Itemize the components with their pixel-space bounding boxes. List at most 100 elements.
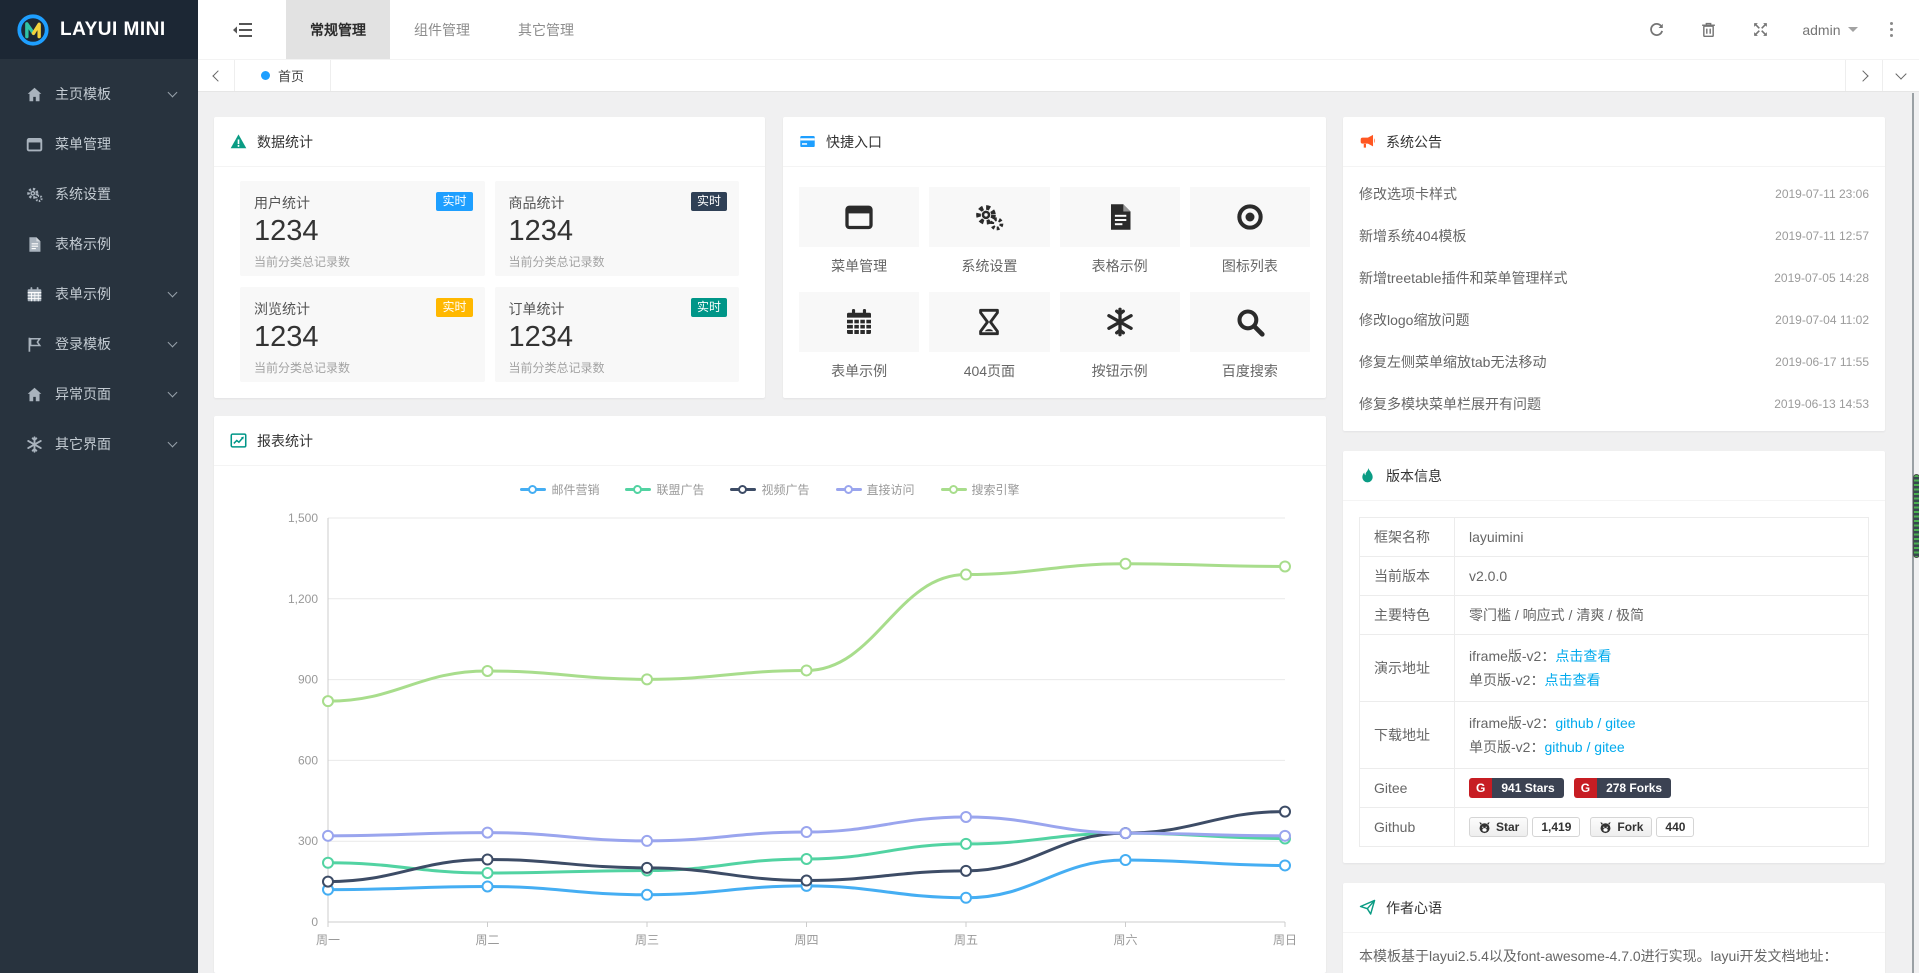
- legend-item-直接访问[interactable]: 直接访问: [836, 481, 915, 498]
- announcement-item[interactable]: 修改选项卡样式2019-07-11 23:06: [1359, 173, 1869, 215]
- quick-entry-form[interactable]: 表单示例: [799, 292, 919, 381]
- link-github[interactable]: github: [1555, 715, 1593, 731]
- sidebar-item-table-demo[interactable]: 表格示例: [0, 219, 198, 269]
- legend-circle: [949, 485, 958, 494]
- home-icon: [26, 86, 43, 103]
- github-star-button[interactable]: Star: [1469, 817, 1528, 837]
- quick-entry-icon-box: [929, 187, 1049, 247]
- data-stats-header: 数据统计: [214, 117, 765, 167]
- legend-marker-icon: [520, 485, 546, 495]
- fullscreen-icon: [1752, 21, 1769, 38]
- more-options-button[interactable]: [1874, 22, 1910, 38]
- version-card: 版本信息 框架名称layuimini当前版本v2.0.0主要特色零门槛 / 响应…: [1343, 451, 1885, 863]
- version-header: 版本信息: [1343, 451, 1885, 501]
- quick-entry-label: 图标列表: [1190, 256, 1310, 276]
- announcement-card: 系统公告 修改选项卡样式2019-07-11 23:06新增系统404模板201…: [1343, 117, 1885, 431]
- stat-box[interactable]: 商品统计实时1234当前分类总记录数: [495, 181, 740, 276]
- stat-box[interactable]: 用户统计实时1234当前分类总记录数: [240, 181, 485, 276]
- link-点击查看[interactable]: 点击查看: [1544, 672, 1600, 688]
- version-row-label: Github: [1360, 808, 1455, 847]
- file-icon: [1105, 202, 1135, 232]
- scrollbar-thumb[interactable]: [1913, 474, 1919, 558]
- sidebar-item-error-page[interactable]: 异常页面: [0, 369, 198, 419]
- svg-text:600: 600: [298, 753, 318, 767]
- calendar-icon: [26, 286, 43, 303]
- calendar-icon: [844, 307, 874, 337]
- octocat-icon: [1478, 821, 1491, 834]
- logo[interactable]: LAYUI MINI: [0, 0, 198, 59]
- announcement-item[interactable]: 修复多模块菜单栏展开有问题2019-06-13 14:53: [1359, 383, 1869, 425]
- trash-icon: [1700, 21, 1717, 38]
- stat-box[interactable]: 订单统计实时1234当前分类总记录数: [495, 287, 740, 382]
- sidebar-item-label: 异常页面: [55, 384, 111, 404]
- svg-text:周日: 周日: [1273, 933, 1297, 947]
- tab-operations-dropdown[interactable]: [1882, 60, 1919, 91]
- quick-entry-icon-list[interactable]: 图标列表: [1190, 187, 1310, 276]
- author-body: 本模板基于layui2.5.4以及font-awesome-4.7.0进行实现。…: [1343, 933, 1885, 973]
- tab-scroll-right-button[interactable]: [1845, 60, 1882, 91]
- legend-label: 视频广告: [761, 481, 809, 498]
- chevron-right-icon: [1857, 70, 1868, 81]
- legend-item-邮件营销[interactable]: 邮件营销: [520, 481, 599, 498]
- flag-icon: [26, 336, 43, 353]
- window-icon: [844, 202, 874, 232]
- sidebar-item-other-ui[interactable]: 其它界面: [0, 419, 198, 469]
- sidebar-item-form-demo[interactable]: 表单示例: [0, 269, 198, 319]
- sidebar-item-menu-manage[interactable]: 菜单管理: [0, 119, 198, 169]
- legend-item-视频广告[interactable]: 视频广告: [730, 481, 809, 498]
- sidebar-item-home-template[interactable]: 主页模板: [0, 69, 198, 119]
- gitee-badge[interactable]: G278 Forks: [1574, 778, 1671, 798]
- chevron-left-icon: [212, 70, 223, 81]
- header-tab-component[interactable]: 组件管理: [390, 0, 494, 59]
- quick-entry-page404[interactable]: 404页面: [929, 292, 1049, 381]
- legend-label: 搜索引擎: [972, 481, 1020, 498]
- legend-item-联盟广告[interactable]: 联盟广告: [625, 481, 704, 498]
- sidebar-item-login-template[interactable]: 登录模板: [0, 319, 198, 369]
- author-paragraph: 本模板基于layui2.5.4以及font-awesome-4.7.0进行实现。…: [1359, 943, 1869, 970]
- quick-entry-label: 按钮示例: [1060, 361, 1180, 381]
- quick-entry-setting[interactable]: 系统设置: [929, 187, 1049, 276]
- github-count[interactable]: 1,419: [1532, 817, 1580, 837]
- quick-entry-button[interactable]: 按钮示例: [1060, 292, 1180, 381]
- header-tab-other[interactable]: 其它管理: [494, 0, 598, 59]
- link-gitee[interactable]: gitee: [1605, 715, 1635, 731]
- announcement-date: 2019-06-13 14:53: [1774, 397, 1869, 411]
- announcement-item[interactable]: 修复左侧菜单缩放tab无法移动2019-06-17 11:55: [1359, 341, 1869, 383]
- link-点击查看[interactable]: 点击查看: [1555, 648, 1611, 664]
- quick-entry-baidu[interactable]: 百度搜索: [1190, 292, 1310, 381]
- quick-entry-table[interactable]: 表格示例: [1060, 187, 1180, 276]
- github-count[interactable]: 440: [1656, 817, 1694, 837]
- chevron-down-icon: [168, 337, 178, 347]
- fullscreen-button[interactable]: [1734, 21, 1786, 38]
- refresh-button[interactable]: [1630, 21, 1682, 38]
- stat-value: 1234: [254, 321, 471, 354]
- tab-scroll-left-button[interactable]: [198, 60, 235, 91]
- link-github[interactable]: github: [1544, 739, 1582, 755]
- sidebar-item-system-setting[interactable]: 系统设置: [0, 169, 198, 219]
- legend-item-搜索引擎[interactable]: 搜索引擎: [941, 481, 1020, 498]
- clear-cache-button[interactable]: [1682, 21, 1734, 38]
- sidebar-toggle-button[interactable]: [198, 0, 286, 59]
- realtime-badge: 实时: [691, 298, 727, 317]
- announcement-item[interactable]: 新增treetable插件和菜单管理样式2019-07-05 14:28: [1359, 257, 1869, 299]
- quick-entry-menu[interactable]: 菜单管理: [799, 187, 919, 276]
- tab-home[interactable]: 首页: [235, 60, 331, 91]
- announcement-item[interactable]: 修改logo缩放问题2019-07-04 11:02: [1359, 299, 1869, 341]
- version-row-value: 零门槛 / 响应式 / 清爽 / 极简: [1455, 596, 1869, 635]
- legend-circle: [633, 485, 642, 494]
- version-row-value: iframe版-v2：点击查看单页版-v2：点击查看: [1455, 635, 1869, 702]
- sidebar-menu: 主页模板菜单管理系统设置表格示例表单示例登录模板异常页面其它界面: [0, 59, 198, 469]
- menu-toggle-icon: [232, 20, 253, 40]
- header-tab-general[interactable]: 常规管理: [286, 0, 390, 59]
- hourglass-icon: [974, 307, 1004, 337]
- link-gitee[interactable]: gitee: [1594, 739, 1624, 755]
- octocat-icon: [1599, 821, 1612, 834]
- stat-box[interactable]: 浏览统计实时1234当前分类总记录数: [240, 287, 485, 382]
- gears-icon: [26, 186, 43, 203]
- github-fork-button[interactable]: Fork: [1590, 817, 1652, 837]
- announcement-item[interactable]: 新增系统404模板2019-07-11 12:57: [1359, 215, 1869, 257]
- stat-value: 1234: [509, 215, 726, 248]
- gitee-badge[interactable]: G941 Stars: [1469, 778, 1564, 798]
- github-button-label: Star: [1496, 820, 1519, 834]
- user-menu[interactable]: admin: [1786, 22, 1873, 38]
